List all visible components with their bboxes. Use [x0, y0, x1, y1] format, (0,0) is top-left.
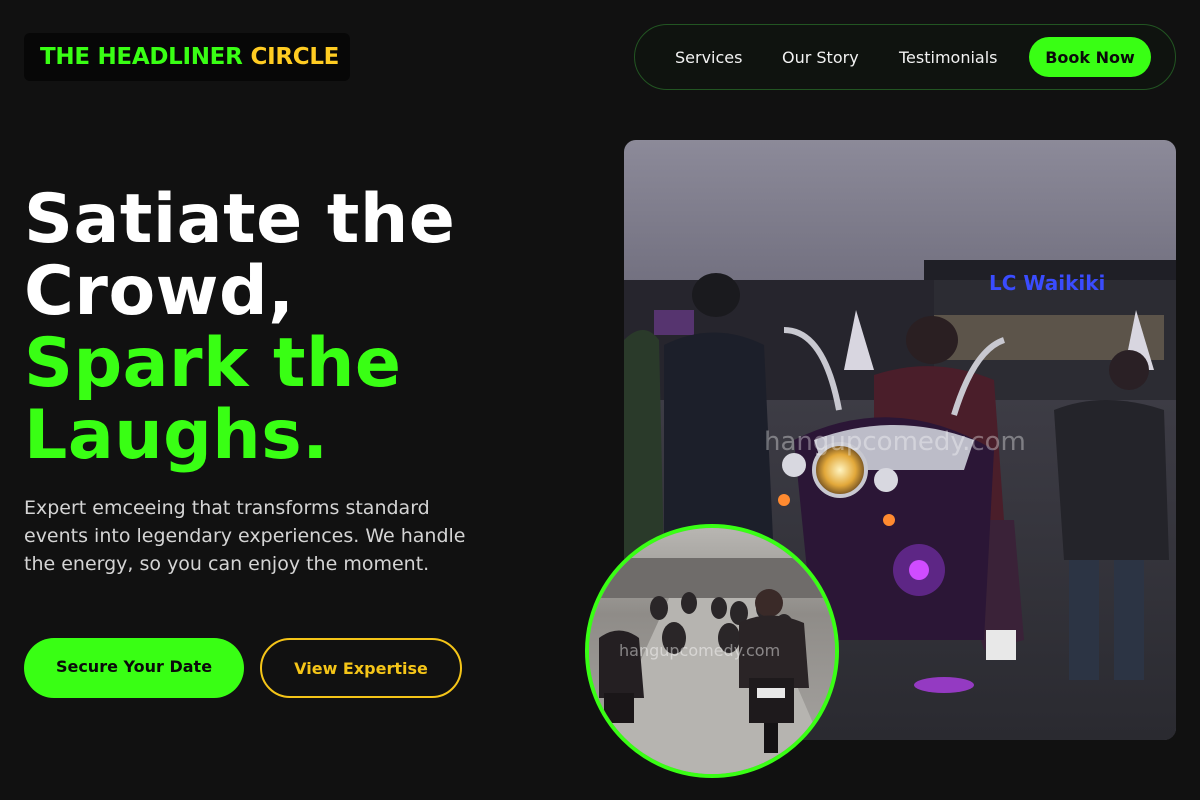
landing-page: THE HEADLINER CIRCLE Services Our Story … [0, 0, 1200, 800]
hero-description: Expert emceeing that transforms standard… [24, 497, 466, 575]
motorcycle-group-image: hangupcomedy.com [589, 528, 835, 774]
headline-line-4: Laughs. [24, 396, 329, 475]
main-image-watermark: hangupcomedy.com [764, 427, 1026, 457]
view-expertise-button[interactable]: View Expertise [260, 638, 462, 698]
headline-line-2: Crowd, [24, 252, 295, 331]
headline-line-3: Spark the [24, 324, 402, 403]
headline-line-1: Satiate the [24, 180, 456, 259]
book-now-button[interactable]: Book Now [1029, 37, 1151, 77]
brand-logo[interactable]: THE HEADLINER CIRCLE [24, 33, 350, 81]
hero-headline: Satiate the Crowd, Spark the Laughs. [24, 184, 455, 472]
inset-image-watermark: hangupcomedy.com [619, 641, 780, 660]
brand-name-part1: THE HEADLINER [40, 44, 243, 70]
brand-name-part2: CIRCLE [250, 44, 340, 70]
main-nav: Services Our Story Testimonials Book Now [634, 24, 1176, 90]
store-sign-text: LC Waikiki [989, 271, 1105, 295]
secure-your-date-button[interactable]: Secure Your Date [24, 638, 244, 698]
nav-link-our-story[interactable]: Our Story [782, 48, 859, 67]
inset-photo-riders: hangupcomedy.com [585, 524, 839, 778]
nav-link-testimonials[interactable]: Testimonials [899, 48, 998, 67]
nav-link-services[interactable]: Services [675, 48, 742, 67]
